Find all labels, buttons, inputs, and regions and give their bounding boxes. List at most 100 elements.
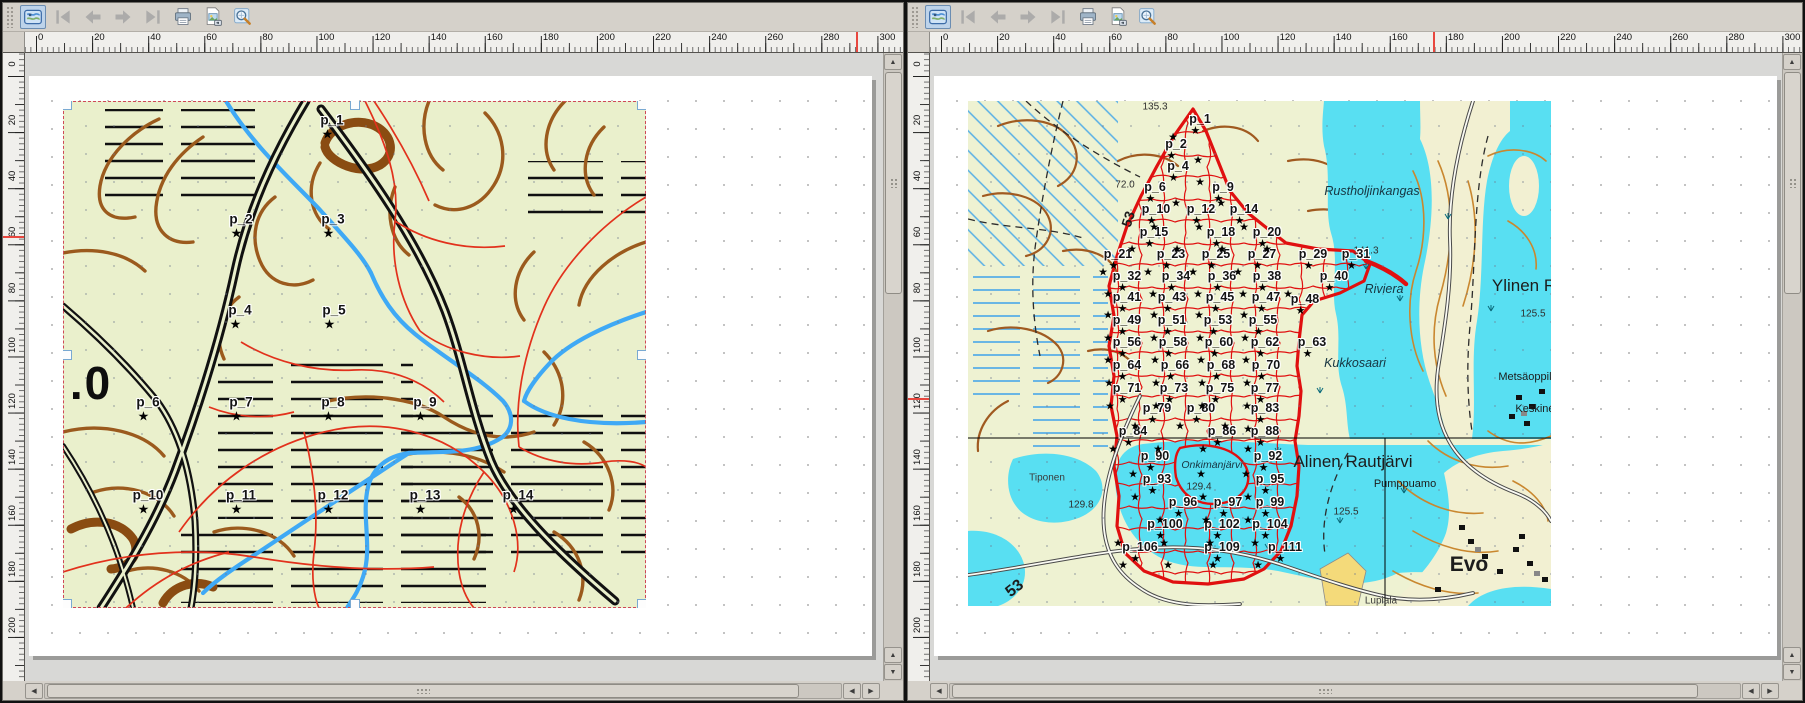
ruler-number: 180 <box>1448 32 1464 43</box>
content-row-left: 020406080100120140160180200 <box>3 53 903 681</box>
composer-map-button[interactable] <box>925 5 951 29</box>
ruler-number: 80 <box>1167 32 1178 43</box>
ruler-number: 100 <box>3 334 22 356</box>
resize-handle-bottom-center[interactable] <box>350 599 360 608</box>
scroll-down-button[interactable]: ▼ <box>1783 664 1801 680</box>
scroll-down-button[interactable]: ▼ <box>884 664 902 680</box>
star-marker-icon: ★ <box>1283 290 1293 301</box>
composition-canvas-right[interactable]: 135.372.053Rustholjinkangas141.3RivieraY… <box>930 53 1782 681</box>
scroll-up-button[interactable]: ▲ <box>884 647 902 663</box>
ruler-number: 200 <box>3 614 22 636</box>
horizontal-scroll-thumb[interactable] <box>47 684 799 698</box>
go-next-button[interactable] <box>110 5 136 29</box>
sample-point-label: p_4 <box>228 303 251 317</box>
sample-point: p_13★ <box>410 488 441 515</box>
export-image-button[interactable] <box>1105 5 1131 29</box>
ruler-number: 40 <box>150 32 161 43</box>
ruler-number: 240 <box>711 32 727 43</box>
resize-handle-top-left[interactable] <box>63 101 72 110</box>
star-marker-icon: ★ <box>1303 349 1313 360</box>
star-marker-icon: ★ <box>231 409 243 422</box>
go-last-button[interactable] <box>140 5 166 29</box>
resize-handle-bottom-left[interactable] <box>63 599 72 608</box>
ruler-number: 260 <box>1672 32 1688 43</box>
horizontal-scroll-track[interactable] <box>44 683 842 699</box>
go-previous-button[interactable] <box>80 5 106 29</box>
ruler-number: 60 <box>1111 32 1122 43</box>
h-ruler-left: 0204060801001201401601802002202402602803… <box>25 32 903 53</box>
go-first-button[interactable] <box>955 5 981 29</box>
star-marker-icon: ★ <box>1243 516 1253 527</box>
sample-point: p_14★ <box>503 488 534 515</box>
composer-map-button[interactable] <box>20 5 46 29</box>
go-last-button[interactable] <box>1045 5 1071 29</box>
vertical-scroll-thumb[interactable] <box>1784 72 1801 294</box>
scroll-up-button[interactable]: ▲ <box>884 54 902 70</box>
star-marker-icon: ★ <box>1103 311 1113 322</box>
scroll-left-button[interactable]: ◀ <box>1742 683 1760 699</box>
print-button[interactable] <box>1075 5 1101 29</box>
scroll-right-button[interactable]: ▶ <box>1761 683 1779 699</box>
sample-point: p_99★ <box>1256 496 1285 520</box>
sample-point-label: p_55 <box>1249 314 1278 327</box>
zoom-settings-button[interactable] <box>1135 5 1161 29</box>
sample-point: p_3★ <box>321 212 344 239</box>
star-marker-icon: ★ <box>1243 425 1253 436</box>
ruler-number: 160 <box>3 502 22 524</box>
vertical-scrollbar-right[interactable]: ▲ ▲ ▼ <box>1782 53 1802 681</box>
star-marker-icon: ★ <box>1172 245 1182 256</box>
ruler-number: 120 <box>1280 32 1296 43</box>
vertical-scroll-thumb[interactable] <box>885 72 902 294</box>
sample-point-label: p_6 <box>136 395 159 409</box>
export-image-button[interactable] <box>200 5 226 29</box>
map-frame-left[interactable]: .0 p_1★p_2★p_3★p_4★p_5★p_6★p_7★p_8★p_9★p… <box>63 101 646 608</box>
ruler-number: 100 <box>908 334 927 356</box>
zoom-settings-button[interactable] <box>230 5 256 29</box>
ruler-number: 40 <box>908 165 927 187</box>
sample-point: p_48★ <box>1291 293 1320 317</box>
star-marker-icon: ★ <box>1253 561 1263 572</box>
resize-handle-top-right[interactable] <box>637 101 646 110</box>
star-marker-icon: ★ <box>1118 395 1128 406</box>
resize-handle-top-center[interactable] <box>350 101 360 110</box>
horizontal-scroll-track[interactable] <box>949 683 1741 699</box>
scroll-right-button[interactable]: ▶ <box>862 683 880 699</box>
composition-canvas-left[interactable]: .0 p_1★p_2★p_3★p_4★p_5★p_6★p_7★p_8★p_9★p… <box>25 53 883 681</box>
toolbar-left <box>3 3 903 32</box>
horizontal-scrollbar-right[interactable]: ◀ ◀ ▶ <box>908 681 1802 700</box>
toolbar-drag-handle[interactable] <box>911 6 918 28</box>
go-last-icon <box>1048 7 1068 27</box>
horizontal-scroll-thumb[interactable] <box>952 684 1698 698</box>
resize-handle-bottom-right[interactable] <box>637 599 646 608</box>
ruler-number: 20 <box>908 109 927 131</box>
sample-point: p_64★ <box>1113 359 1142 383</box>
scroll-left-button[interactable]: ◀ <box>930 683 948 699</box>
go-first-button[interactable] <box>50 5 76 29</box>
horizontal-scrollbar-left[interactable]: ◀ ◀ ▶ <box>3 681 903 700</box>
print-button[interactable] <box>170 5 196 29</box>
sample-point: p_49★ <box>1113 314 1142 338</box>
star-marker-icon: ★ <box>1243 445 1253 456</box>
sample-point: p_60★ <box>1205 336 1234 360</box>
scroll-up-button[interactable]: ▲ <box>1783 647 1801 663</box>
toolbar-drag-handle[interactable] <box>6 6 13 28</box>
star-marker-icon: ★ <box>1233 268 1243 279</box>
map-frame-right[interactable]: 135.372.053Rustholjinkangas141.3RivieraY… <box>968 101 1551 608</box>
go-previous-icon <box>988 7 1008 27</box>
sample-point-label: p_9 <box>1212 181 1234 194</box>
sample-point: p_2★ <box>229 212 252 239</box>
star-marker-icon: ★ <box>1241 356 1251 367</box>
sample-point-label: p_36 <box>1208 270 1237 283</box>
go-previous-button[interactable] <box>985 5 1011 29</box>
map-points-right: p_1★p_2★p_4★p_6★p_9★p_10★p_12★p_14★p_15★… <box>968 101 1551 608</box>
resize-handle-middle-right[interactable] <box>637 350 646 360</box>
scroll-up-button[interactable]: ▲ <box>1783 54 1801 70</box>
go-next-button[interactable] <box>1015 5 1041 29</box>
scroll-left-button[interactable]: ◀ <box>25 683 43 699</box>
ruler-number: 180 <box>543 32 559 43</box>
resize-handle-middle-left[interactable] <box>63 350 72 360</box>
star-marker-icon: ★ <box>1217 245 1227 256</box>
vertical-scrollbar-left[interactable]: ▲ ▲ ▼ <box>883 53 903 681</box>
scroll-left-button[interactable]: ◀ <box>843 683 861 699</box>
sample-point: p_53★ <box>1204 314 1233 338</box>
